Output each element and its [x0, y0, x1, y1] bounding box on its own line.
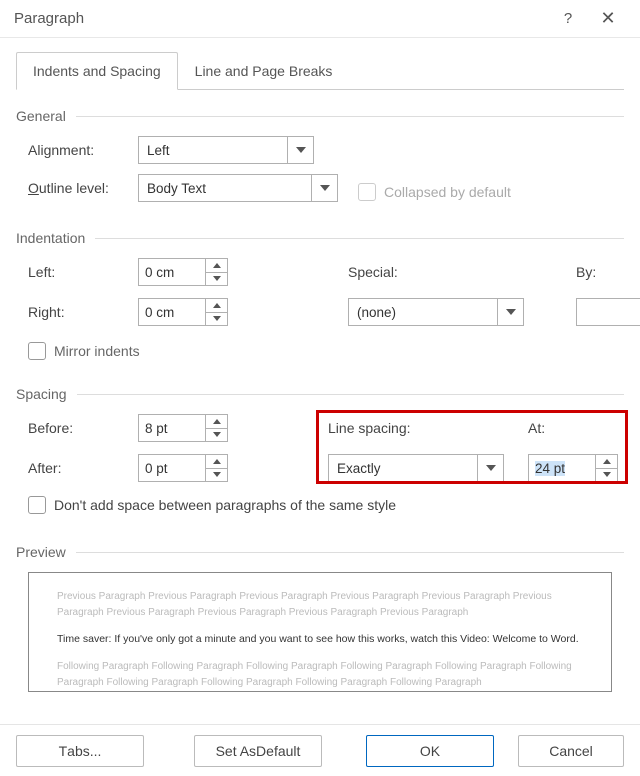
no-space-label: Don't add space between paragraphs of th… — [54, 497, 396, 513]
preview-header: Preview — [16, 544, 66, 560]
ok-button[interactable]: OK — [366, 735, 494, 767]
no-space-checkbox[interactable] — [28, 496, 46, 514]
outline-combo[interactable]: Body Text — [138, 174, 338, 202]
spin-up-icon[interactable] — [206, 455, 227, 469]
before-label: Before: — [28, 420, 138, 436]
footer: Tabs... Set As Default OK Cancel — [0, 724, 640, 776]
after-spin[interactable]: 0 pt — [138, 454, 228, 482]
chevron-down-icon[interactable] — [311, 175, 337, 201]
by-spin[interactable] — [576, 298, 640, 326]
at-label: At: — [528, 420, 628, 436]
special-combo[interactable]: (none) — [348, 298, 524, 326]
general-header: General — [16, 108, 66, 124]
tab-bar: Indents and Spacing Line and Page Breaks — [16, 52, 624, 90]
left-spin[interactable]: 0 cm — [138, 258, 228, 286]
line-spacing-label: Line spacing: — [328, 420, 508, 436]
collapsed-label: Collapsed by default — [384, 184, 511, 200]
dialog-title: Paragraph — [14, 10, 548, 27]
before-spin[interactable]: 8 pt — [138, 414, 228, 442]
outline-label: Outline level: — [28, 180, 138, 196]
preview-box: Previous Paragraph Previous Paragraph Pr… — [28, 572, 612, 692]
chevron-down-icon[interactable] — [497, 299, 523, 325]
spin-down-icon[interactable] — [206, 273, 227, 286]
mirror-label: Mirror indents — [54, 343, 140, 359]
line-spacing-combo[interactable]: Exactly — [328, 454, 504, 482]
spin-down-icon[interactable] — [206, 429, 227, 442]
after-label: After: — [28, 460, 138, 476]
tab-line-page-breaks[interactable]: Line and Page Breaks — [178, 52, 350, 90]
spin-up-icon[interactable] — [206, 259, 227, 273]
spin-down-icon[interactable] — [206, 313, 227, 326]
cancel-button[interactable]: Cancel — [518, 735, 624, 767]
left-label: Left: — [28, 264, 138, 280]
spacing-header: Spacing — [16, 386, 67, 402]
alignment-label: Alignment: — [28, 142, 138, 158]
spin-down-icon[interactable] — [206, 469, 227, 482]
close-button[interactable]: ✕ — [588, 8, 628, 29]
right-spin[interactable]: 0 cm — [138, 298, 228, 326]
special-label: Special: — [348, 264, 528, 280]
collapsed-checkbox — [358, 183, 376, 201]
tabs-button[interactable]: Tabs... — [16, 735, 144, 767]
titlebar: Paragraph ? ✕ — [0, 0, 640, 38]
help-button[interactable]: ? — [548, 10, 588, 27]
preview-sample-text: Time saver: If you've only got a minute … — [57, 631, 583, 649]
spin-up-icon[interactable] — [596, 455, 617, 469]
right-label: Right: — [28, 304, 138, 320]
set-default-button[interactable]: Set As Default — [194, 735, 322, 767]
mirror-checkbox[interactable] — [28, 342, 46, 360]
chevron-down-icon[interactable] — [287, 137, 313, 163]
indentation-header: Indentation — [16, 230, 85, 246]
at-spin[interactable]: 24 pt — [528, 454, 618, 482]
spin-up-icon[interactable] — [206, 299, 227, 313]
preview-follow-text: Following Paragraph Following Paragraph … — [57, 659, 583, 691]
alignment-combo[interactable]: Left — [138, 136, 314, 164]
chevron-down-icon[interactable] — [477, 455, 503, 481]
tab-indents-spacing[interactable]: Indents and Spacing — [16, 52, 178, 90]
preview-prev-text: Previous Paragraph Previous Paragraph Pr… — [57, 589, 583, 621]
spin-down-icon[interactable] — [596, 469, 617, 482]
spin-up-icon[interactable] — [206, 415, 227, 429]
by-label: By: — [576, 264, 640, 280]
